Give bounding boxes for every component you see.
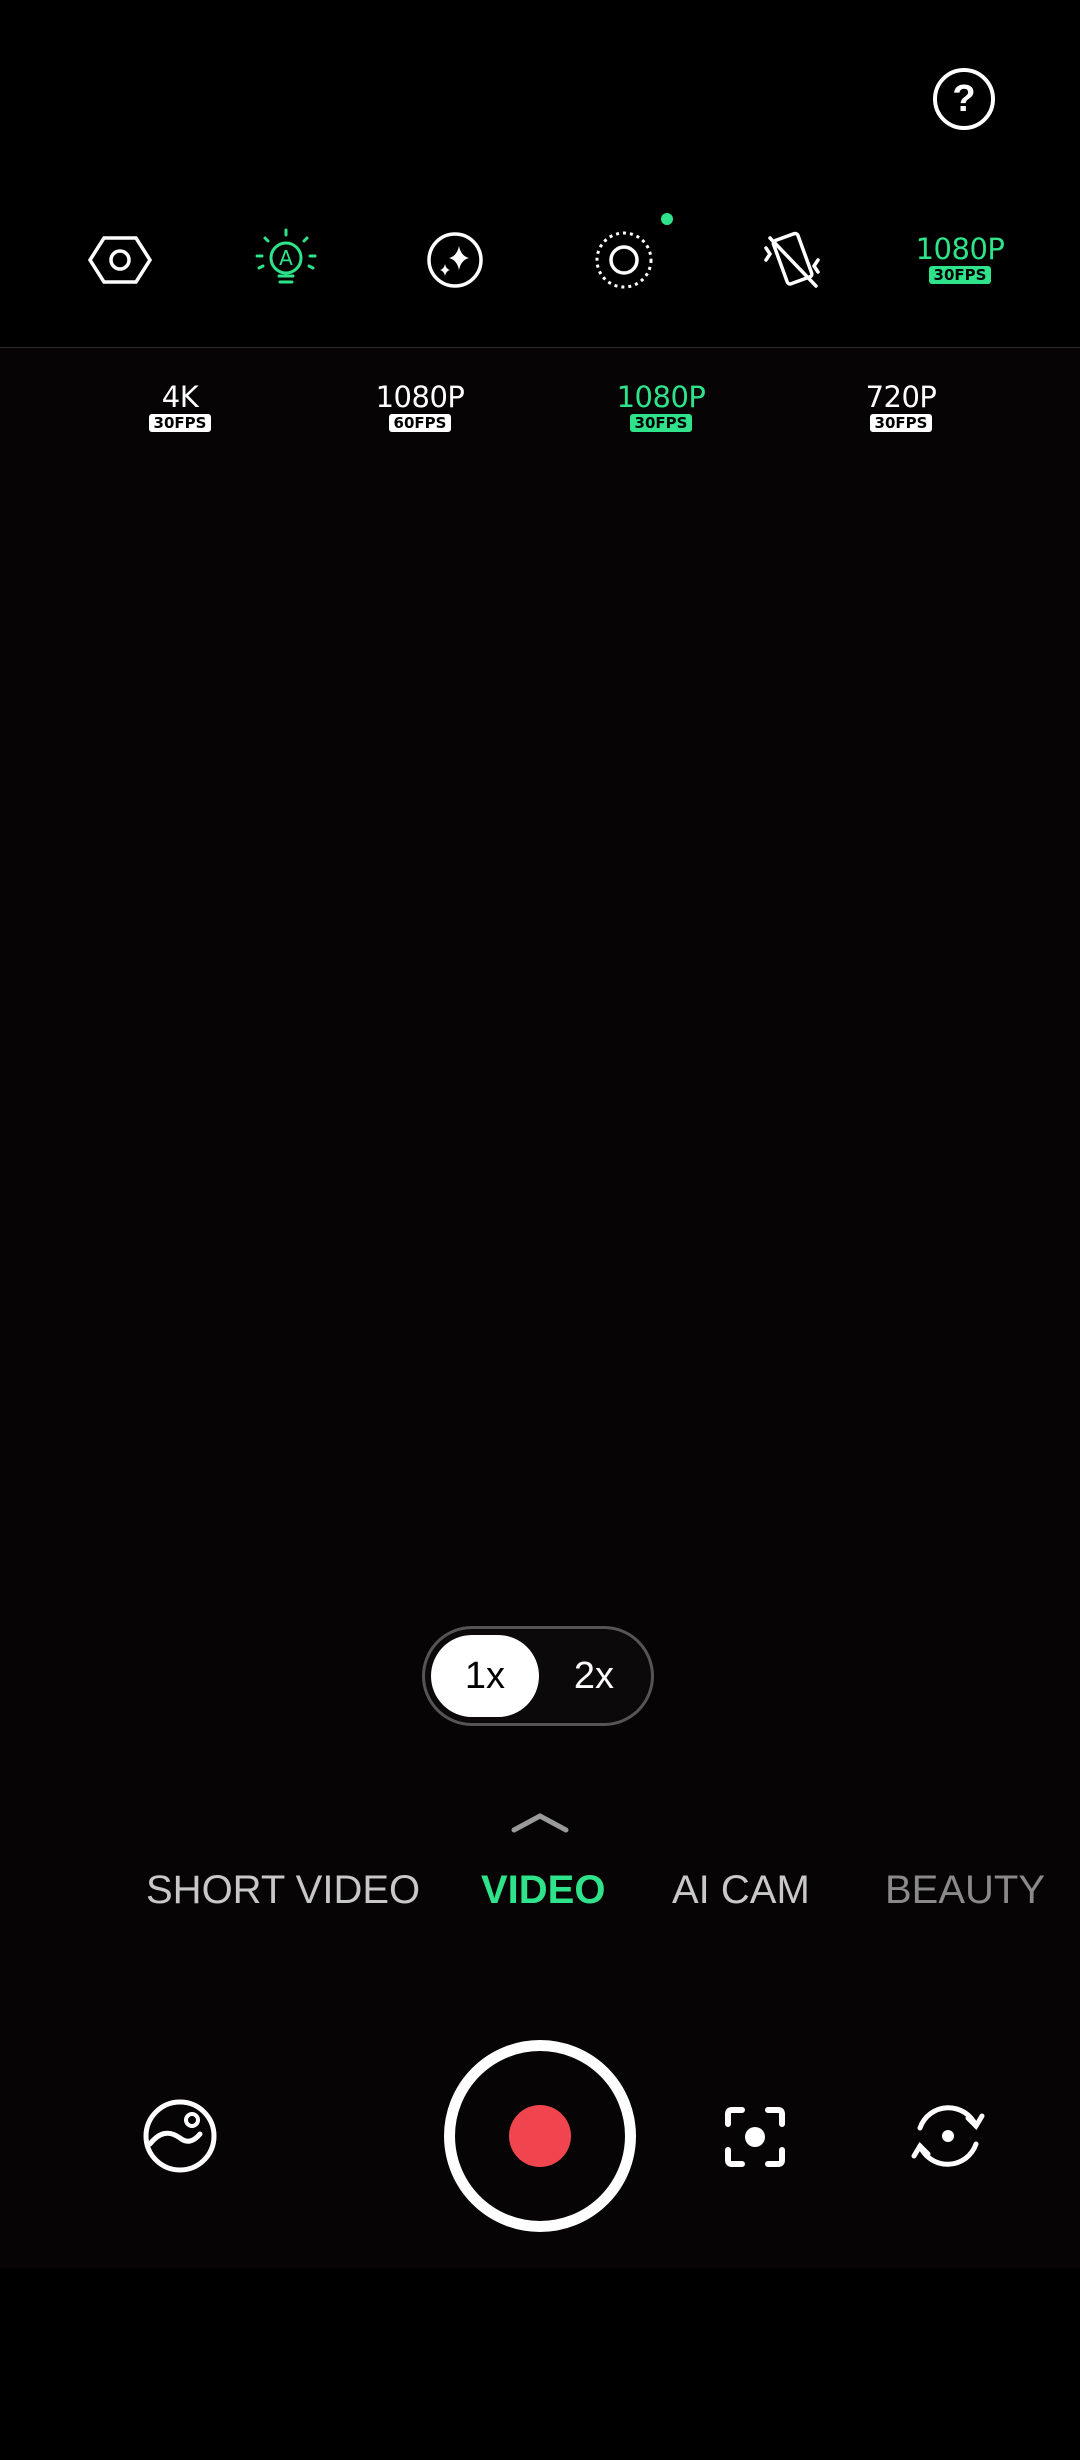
resolution-option-1080p-60[interactable]: 1080P 60FPS [370, 382, 470, 432]
resolution-option-fps: 30FPS [869, 414, 933, 432]
toolbar-divider [0, 347, 1080, 348]
resolution-option-4k[interactable]: 4K 30FPS [130, 382, 230, 432]
hexagon-settings-icon[interactable] [80, 220, 160, 300]
resolution-option-main: 720P [865, 380, 937, 414]
zoom-1x-button[interactable]: 1x [431, 1635, 539, 1717]
sparkle-filter-icon[interactable] [415, 220, 495, 300]
resolution-option-main: 1080P [616, 380, 706, 414]
resolution-option-1080p-30[interactable]: 1080P 30FPS [611, 382, 711, 432]
zoom-2x-button[interactable]: 2x [540, 1635, 648, 1717]
gallery-thumbnail-icon[interactable] [142, 2098, 218, 2174]
mode-ai-cam[interactable]: AI CAM [672, 1862, 810, 1918]
auto-light-icon[interactable]: A [246, 220, 326, 300]
record-button[interactable] [444, 2040, 636, 2232]
new-indicator-dot [661, 213, 673, 225]
resolution-option-fps: 30FPS [148, 414, 212, 432]
mode-beauty[interactable]: BEAUTY [885, 1862, 1045, 1918]
current-resolution-button[interactable]: 1080P 30FPS [912, 234, 1008, 284]
resolution-option-720p-30[interactable]: 720P 30FPS [851, 382, 951, 432]
help-button[interactable]: ? [933, 68, 995, 130]
camera-viewfinder[interactable] [0, 348, 1080, 2268]
resolution-option-fps: 30FPS [629, 414, 693, 432]
svg-text:A: A [279, 246, 293, 270]
snapshot-icon[interactable] [724, 2106, 786, 2168]
help-icon: ? [952, 77, 976, 120]
record-dot-icon [509, 2105, 571, 2167]
dotted-circle-icon[interactable] [584, 220, 664, 300]
mode-video[interactable]: VIDEO [481, 1862, 605, 1918]
resolution-fps-label: 30FPS [928, 266, 992, 284]
switch-camera-icon[interactable] [910, 2098, 986, 2174]
resolution-option-main: 1080P [375, 380, 465, 414]
resolution-main-label: 1080P [915, 232, 1005, 266]
chevron-up-icon[interactable] [510, 1810, 570, 1834]
stabilization-off-icon[interactable] [752, 220, 832, 300]
resolution-option-fps: 60FPS [388, 414, 452, 432]
mode-short-video[interactable]: SHORT VIDEO [146, 1862, 420, 1918]
resolution-option-main: 4K [161, 380, 199, 414]
